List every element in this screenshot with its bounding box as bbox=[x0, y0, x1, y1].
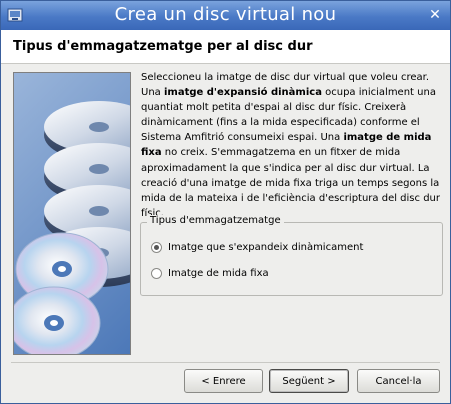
description-part: no creix. S'emmagatzema en un fitxer de … bbox=[141, 147, 440, 219]
radio-indicator-checked[interactable] bbox=[151, 241, 162, 253]
button-separator bbox=[11, 362, 440, 363]
description-bold-dynamic: imatge d'expansió dinàmica bbox=[163, 87, 322, 99]
disks-stack-illustration bbox=[13, 72, 131, 355]
title-bar[interactable]: Crea un disc virtual nou ✕ bbox=[1, 1, 450, 30]
storage-type-legend: Tipus d'emmagatzematge bbox=[147, 215, 284, 226]
radio-label: Imatge de mida fixa bbox=[168, 267, 269, 279]
storage-type-group: Tipus d'emmagatzematge Imatge que s'expa… bbox=[140, 215, 443, 296]
window-title: Crea un disc virtual nou bbox=[114, 4, 337, 25]
wizard-page-header: Tipus d'emmagatzematge per al disc dur bbox=[1, 30, 450, 64]
next-button[interactable]: Següent > bbox=[269, 369, 349, 393]
disks-icon bbox=[14, 101, 130, 354]
page-title: Tipus d'emmagatzematge per al disc dur bbox=[13, 39, 313, 54]
description-text: Seleccioneu la imatge de disc dur virtua… bbox=[141, 70, 441, 221]
radio-label: Imatge que s'expandeix dinàmicament bbox=[168, 241, 364, 253]
close-icon[interactable]: ✕ bbox=[427, 7, 443, 23]
radio-fixed-image[interactable]: Imatge de mida fixa bbox=[151, 265, 269, 281]
back-button[interactable]: < Enrere bbox=[184, 369, 263, 393]
cancel-button[interactable]: Cancel·la bbox=[357, 369, 440, 393]
radio-indicator[interactable] bbox=[151, 267, 162, 279]
radio-dynamic-image[interactable]: Imatge que s'expandeix dinàmicament bbox=[151, 239, 363, 255]
dialog-window: Crea un disc virtual nou ✕ Tipus d'emmag… bbox=[0, 0, 451, 404]
